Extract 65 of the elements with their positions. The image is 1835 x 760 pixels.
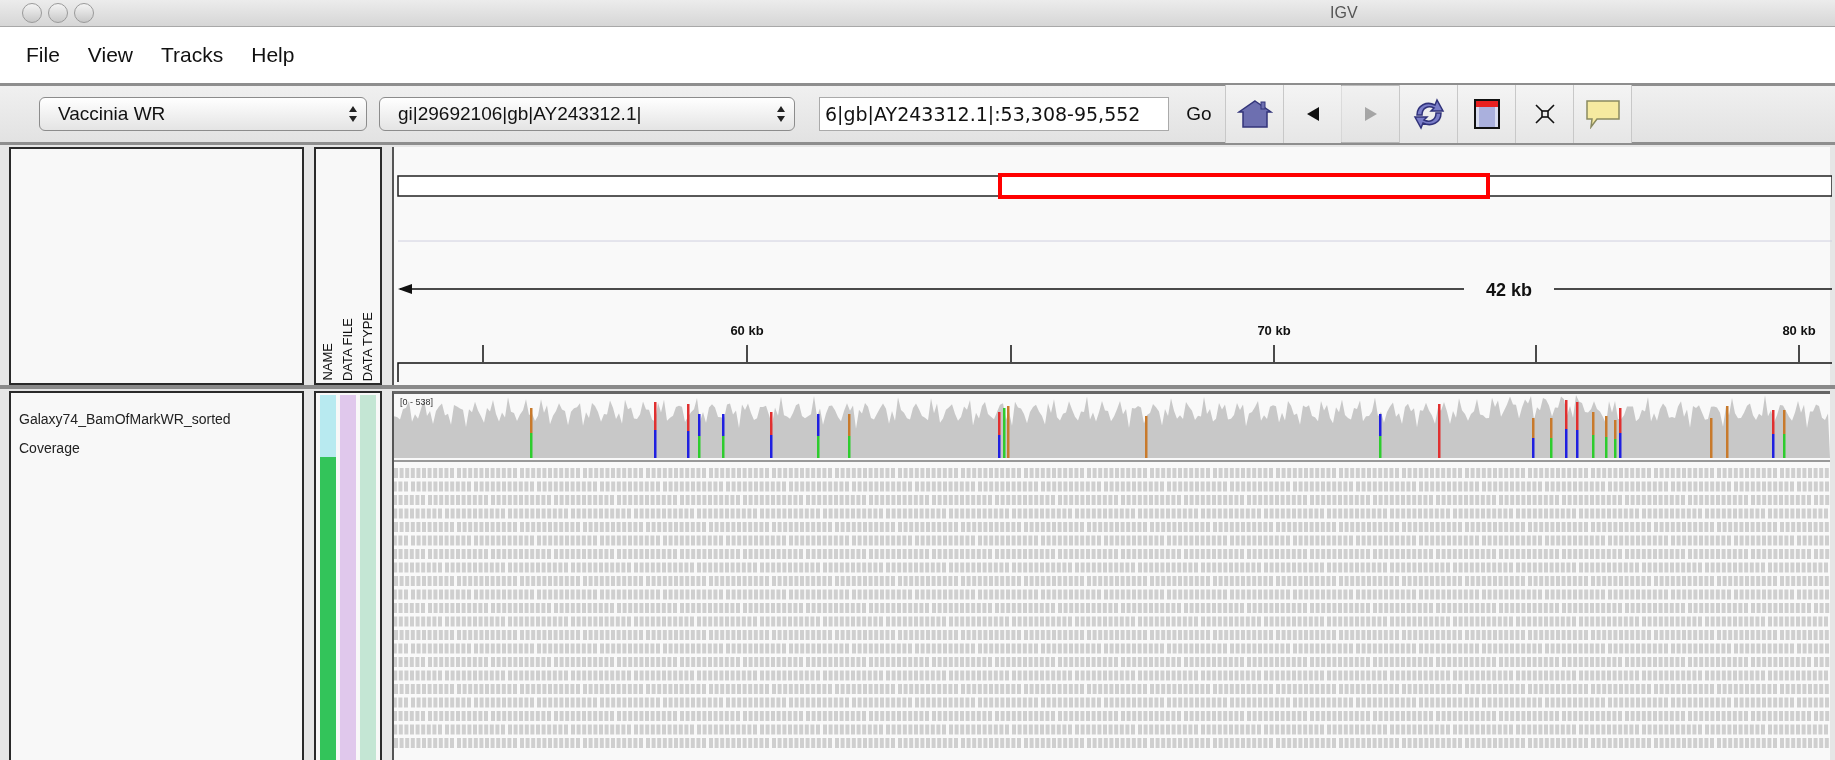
chromosome-ideogram[interactable] [397,175,1832,197]
window-control[interactable] [48,3,68,23]
genome-dropdown[interactable]: Vaccinia WR [39,97,367,131]
right-arrow-icon [1363,106,1378,122]
mismatch-bar [1592,412,1595,458]
menu-item[interactable]: File [26,43,60,67]
window-control[interactable] [22,3,42,23]
mismatch-bar [722,414,725,458]
mismatch-bar [1438,404,1441,458]
updown-icon [348,105,358,123]
go-button[interactable]: Go [1173,92,1225,136]
locus-field[interactable]: 6|gb|AY243312.1|:53,308-95,552 [819,97,1169,131]
mismatch-bar [1614,420,1617,458]
data-range: [0 - 538] [400,397,434,407]
refresh-button[interactable] [1399,85,1457,143]
chromosome-dropdown[interactable]: gi|29692106|gb|AY243312.1| [379,97,795,131]
attribute-cell[interactable] [360,395,376,457]
mismatch-bar [1605,416,1608,458]
mismatch-bar [1576,402,1579,458]
mismatch-bar [1726,406,1729,458]
track-name[interactable]: Galaxy74_BamOfMarkWR_sorted Coverage [19,405,302,463]
attribute-header[interactable]: NAME [319,343,337,381]
mismatch-bar [1565,400,1568,458]
mismatch-bar [1145,416,1148,458]
attribute-cell[interactable] [340,457,356,760]
back-button[interactable] [1283,85,1341,143]
collapse-icon [1533,103,1556,125]
collapse-button[interactable] [1515,85,1573,143]
mismatch-bar [1532,418,1535,458]
left-arrow-icon [1305,106,1320,122]
tick-label: 60 kb [730,323,764,338]
mismatch-bar [998,412,1001,458]
mismatch-bar [530,408,533,458]
attribute-cell[interactable] [360,457,376,760]
window-control[interactable] [74,3,94,23]
span-label: 42 kb [1486,280,1532,300]
updown-icon [776,105,786,123]
mismatch-bar [848,414,851,458]
home-icon [1236,99,1273,129]
tick-label: 70 kb [1257,323,1291,338]
attribute-header[interactable]: DATA TYPE [359,311,377,381]
mismatch-bar [654,402,657,458]
mismatch-bar [698,414,701,458]
mismatch-bar [1772,410,1775,458]
menu-item[interactable]: Help [251,43,295,67]
mismatch-bar [817,414,820,458]
menu-item[interactable]: View [87,43,133,67]
attribute-cell[interactable] [320,395,336,457]
attribute-header[interactable]: DATA FILE [339,317,357,381]
mismatch-bar [687,404,690,458]
mismatch-bar [1619,408,1622,458]
menu-item[interactable]: Tracks [161,43,224,67]
speech-bubble-icon [1584,99,1621,129]
home-button[interactable] [1225,85,1283,143]
mismatch-bar [1550,418,1553,458]
window-title: IGV [1330,4,1358,22]
mismatch-bar [1379,414,1382,458]
region-button[interactable] [1457,85,1515,143]
mismatch-bar [1710,418,1713,458]
attribute-cell[interactable] [340,395,356,457]
mismatch-bar [1783,410,1786,458]
region-icon [1473,99,1500,129]
tick-label: 80 kb [1782,323,1816,338]
mismatch-bar [770,412,773,458]
attribute-cell[interactable] [320,457,336,760]
